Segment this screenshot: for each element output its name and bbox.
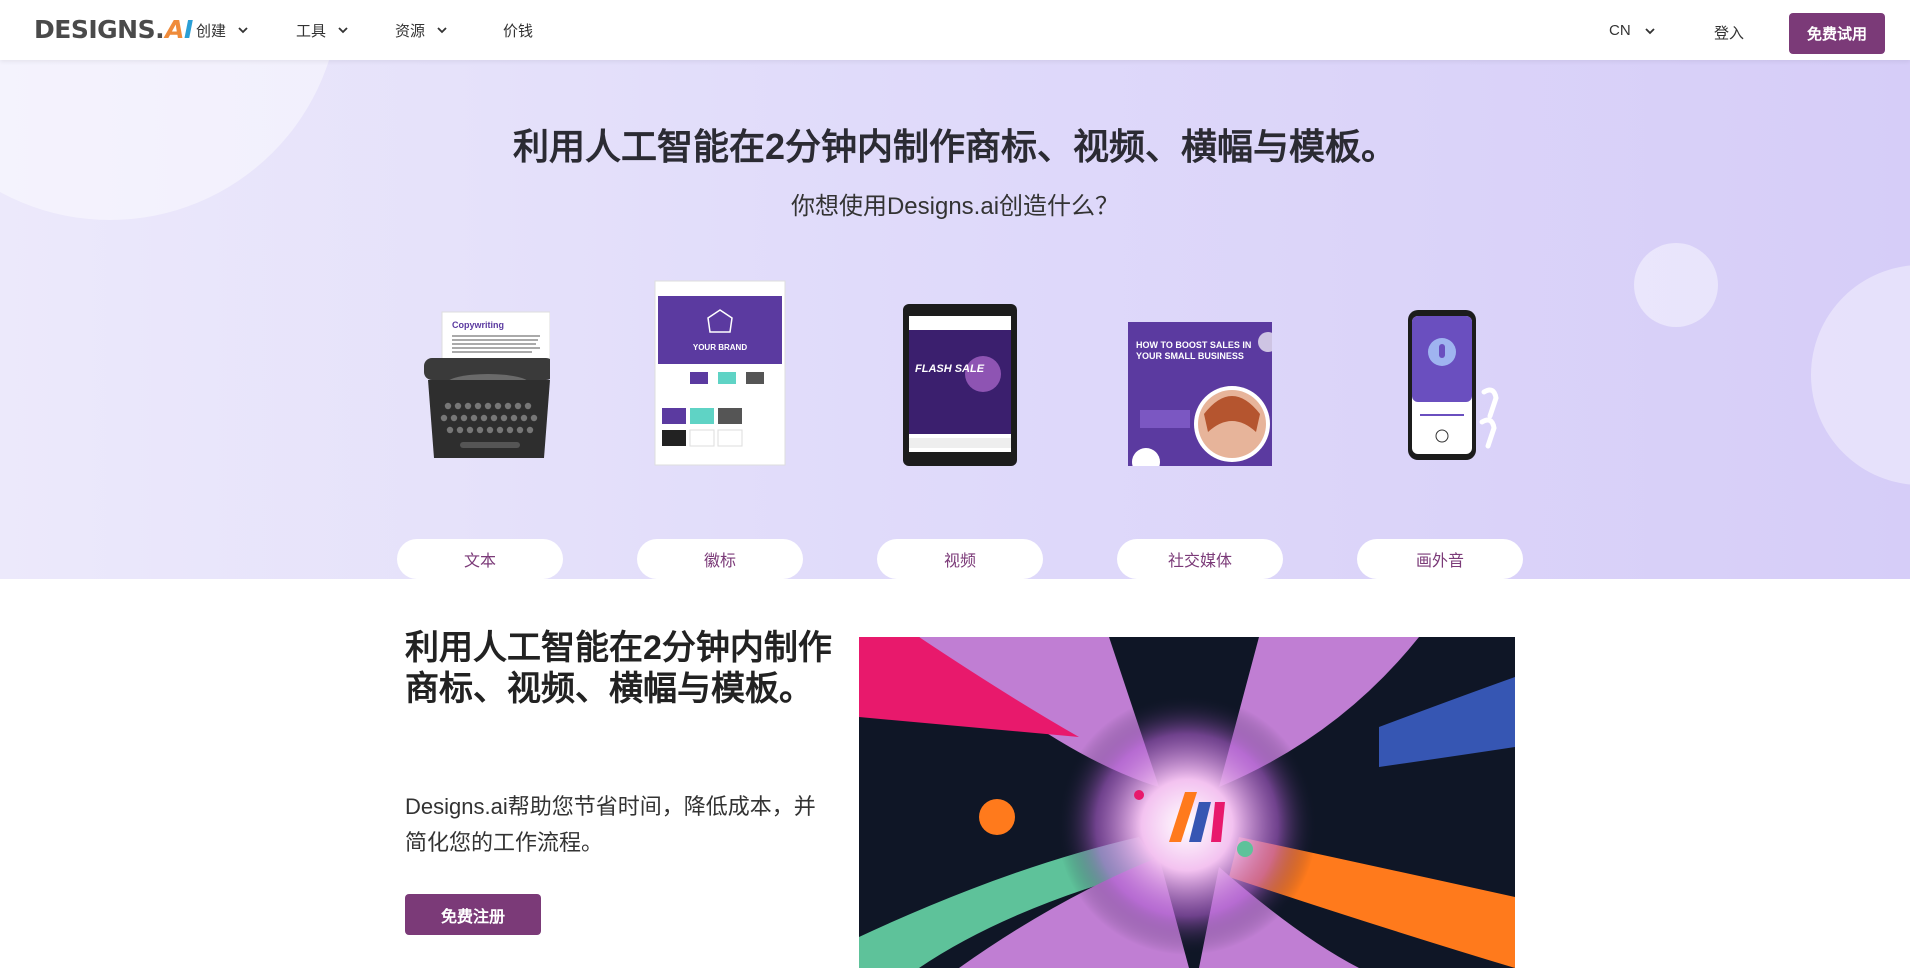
chevron-down-icon [437, 27, 447, 34]
social-post-icon: HOW TO BOOST SALES IN YOUR SMALL BUSINES… [1117, 280, 1283, 466]
category-social-label[interactable]: 社交媒体 [1117, 539, 1283, 579]
section-title: 利用人工智能在2分钟内制作商标、视频、横幅与模板。 [405, 629, 832, 708]
logo-text: DESIGNS. [34, 14, 165, 44]
typewriter-icon: Copywriting [397, 280, 563, 466]
logo-ai-a: A [165, 14, 184, 44]
designs-ai-logo[interactable]: DESIGNS. AI [34, 14, 193, 44]
nav-pricing[interactable]: 价钱 [503, 20, 533, 41]
logo-ai-i: I [183, 14, 193, 44]
category-text-label[interactable]: 文本 [397, 539, 563, 579]
chevron-down-icon [338, 27, 348, 34]
logo-brand-sheet-icon: YOUR BRAND [637, 280, 803, 466]
tablet-video-icon: FLASH SALE [877, 280, 1043, 466]
social-headline: HOW TO BOOST SALES IN YOUR SMALL BUSINES… [1136, 340, 1252, 361]
your-brand-label: YOUR BRAND [693, 343, 747, 352]
category-logo-label[interactable]: 徽标 [637, 539, 803, 579]
hero-section: 利用人工智能在2分钟内制作商标、视频、横幅与模板。 你想使用Designs.ai… [0, 60, 1910, 579]
phone-voiceover-icon [1357, 280, 1523, 466]
language-label: CN [1609, 22, 1631, 39]
category-voiceover-label[interactable]: 画外音 [1357, 539, 1523, 579]
nav-tools-label: 工具 [296, 22, 327, 40]
flash-sale-label: FLASH SALE [915, 363, 985, 375]
nav-resources[interactable]: 资源 [395, 20, 503, 41]
hero-title: 利用人工智能在2分钟内制作商标、视频、横幅与模板。 [512, 126, 1398, 167]
logo-ai-mark: AI [165, 15, 193, 44]
promo-video[interactable] [859, 637, 1515, 968]
decorative-circle [1811, 265, 1910, 485]
decorative-circle [1634, 243, 1718, 327]
login-link[interactable]: 登入 [1714, 22, 1744, 43]
category-video-label[interactable]: 视频 [877, 539, 1043, 579]
free-signup-button[interactable]: 免费注册 [405, 894, 541, 935]
main-nav: 创建 工具 资源 价钱 [196, 0, 533, 60]
language-selector[interactable]: CN [1609, 22, 1657, 39]
chevron-down-icon [238, 27, 248, 34]
nav-create-label: 创建 [196, 22, 227, 40]
nav-create[interactable]: 创建 [196, 20, 296, 41]
chevron-down-icon [1645, 27, 1655, 34]
section-description: Designs.ai帮助您节省时间，降低成本，并简化您的工作流程。 [405, 794, 816, 855]
hero-subtitle: 你想使用Designs.ai创造什么？ [790, 193, 1120, 220]
nav-resources-label: 资源 [395, 22, 426, 40]
nav-pricing-label: 价钱 [503, 22, 534, 40]
free-trial-button[interactable]: 免费试用 [1789, 13, 1885, 54]
copywriting-label: Copywriting [452, 320, 504, 330]
nav-tools[interactable]: 工具 [296, 20, 395, 41]
top-navbar: DESIGNS. AI 创建 工具 资源 价钱 CN 登入 免费试用 [0, 0, 1910, 60]
